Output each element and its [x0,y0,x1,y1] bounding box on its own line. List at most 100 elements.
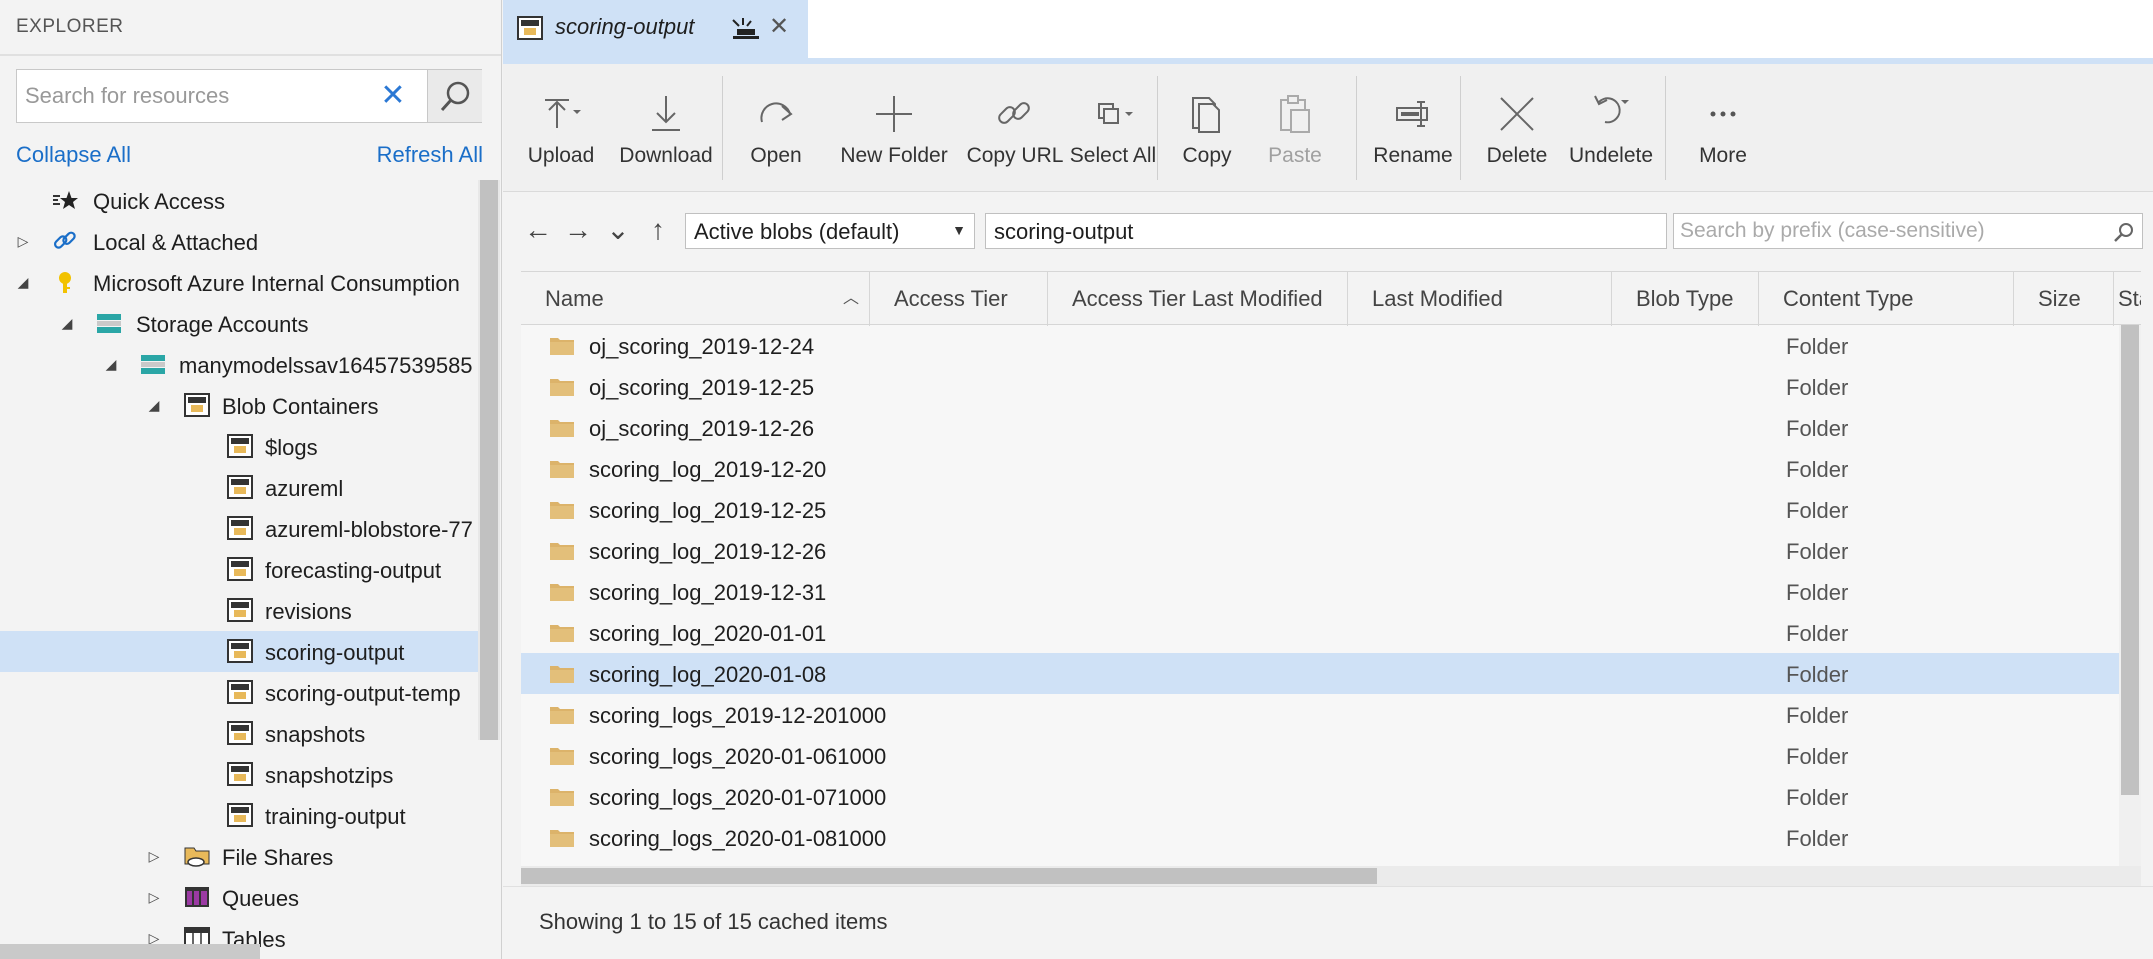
expand-arrow-icon[interactable]: ▷ [147,890,161,904]
column-header-blob-type[interactable]: Blob Type [1612,272,1759,326]
tree-item-container-logs[interactable]: $logs [0,426,480,467]
row-content-type: Folder [1786,826,1849,851]
grid-vertical-scrollbar[interactable] [2119,325,2141,871]
open-button[interactable]: Open [731,64,821,192]
search-icon[interactable] [2112,220,2136,244]
row-name: oj_scoring_2019-12-26 [589,416,815,441]
tree-item-blob-containers[interactable]: ◢ Blob Containers [0,385,480,426]
collapse-arrow-icon[interactable]: ◢ [60,316,74,330]
rename-icon [1396,101,1428,127]
expand-arrow-icon[interactable]: ▷ [16,234,30,248]
tree-item-storage-account[interactable]: ◢ manymodelssav16457539585 [0,344,480,385]
explorer-vertical-scrollbar[interactable] [478,180,500,740]
file-shares-icon [184,847,210,867]
tree-item-container-scoring-output-temp[interactable]: scoring-output-temp [0,672,480,713]
scrollbar-thumb[interactable] [521,868,1377,884]
chevron-down-icon[interactable]: ⌄ [601,213,635,247]
collapse-arrow-icon[interactable]: ◢ [147,398,161,412]
expand-arrow-icon[interactable]: ▷ [147,849,161,863]
tree-item-container-revisions[interactable]: revisions [0,590,480,631]
link-icon [53,231,76,249]
path-input[interactable]: scoring-output [985,213,1667,249]
row-content-type: Folder [1786,334,1849,359]
delete-button[interactable]: Delete [1467,64,1567,192]
clear-search-icon[interactable]: ✕ [375,78,411,114]
download-icon [652,96,680,131]
column-header-content-type[interactable]: Content Type [1759,272,2014,326]
select-all-button[interactable]: Select All [1063,64,1163,192]
collapse-arrow-icon[interactable]: ◢ [16,275,30,289]
tree-item-quick-access[interactable]: Quick Access [0,180,480,221]
back-arrow-icon[interactable]: ← [521,213,555,247]
new-folder-button[interactable]: New Folder [827,64,961,192]
tree-item-queues[interactable]: ▷ Queues [0,877,480,918]
tree-item-container-snapshotzips[interactable]: snapshotzips [0,754,480,795]
up-arrow-icon[interactable]: ↑ [641,213,675,247]
tree-item-container-scoring-output[interactable]: scoring-output [0,631,480,672]
tree-item-label: snapshotzips [265,763,394,788]
explorer-horizontal-scrollbar[interactable] [0,944,260,959]
folder-icon [550,379,574,396]
column-header-last-modified[interactable]: Last Modified [1348,272,1612,326]
table-row[interactable]: scoring_logs_2020-01-081000 Folder [521,817,2119,858]
tab-label: scoring-output [555,14,695,39]
prefix-search-input[interactable] [1674,214,2094,248]
item-count-status: Showing 1 to 15 of 15 cached items [539,909,888,934]
tab-scoring-output[interactable]: scoring-output ✕ [503,0,808,60]
column-header-access-tier[interactable]: Access Tier [870,272,1048,326]
expand-arrow-icon[interactable]: ▷ [147,931,161,945]
blob-filter-dropdown[interactable]: Active blobs (default) ▼ [685,213,975,249]
undelete-button[interactable]: Undelete [1561,64,1661,192]
copy-url-button[interactable]: Copy URL [952,64,1078,192]
tree-item-container-forecasting-output[interactable]: forecasting-output [0,549,480,590]
download-button[interactable]: Download [613,64,719,192]
forward-arrow-icon[interactable]: → [561,213,595,247]
tree-item-container-training-output[interactable]: training-output [0,795,480,836]
table-row[interactable]: scoring_logs_2019-12-201000 Folder [521,694,2119,735]
table-row[interactable]: scoring_logs_2020-01-071000 Folder [521,776,2119,817]
tree-item-subscription[interactable]: ◢ Microsoft Azure Internal Consumption [0,262,480,303]
tree-item-container-snapshots[interactable]: snapshots [0,713,480,754]
paste-button[interactable]: Paste [1255,64,1335,192]
tree-item-local-attached[interactable]: ▷ Local & Attached [0,221,480,262]
divider [0,54,501,56]
refresh-all-link[interactable]: Refresh All [377,142,483,168]
collapse-all-link[interactable]: Collapse All [16,142,131,168]
upload-button[interactable]: Upload [511,64,611,192]
column-header-size[interactable]: Size [2014,272,2114,326]
row-name: scoring_log_2019-12-26 [589,539,827,564]
quick-access-icon [53,191,78,209]
table-row[interactable]: scoring_log_2019-12-31 Folder [521,571,2119,612]
storage-account-icon [141,355,165,374]
tree-item-file-shares[interactable]: ▷ File Shares [0,836,480,877]
search-button[interactable] [427,70,482,122]
column-header-name[interactable]: Name ︿ [521,272,870,326]
collapse-arrow-icon[interactable]: ◢ [104,357,118,371]
more-button[interactable]: More [1673,64,1773,192]
column-header-access-tier-last-modified[interactable]: Access Tier Last Modified [1048,272,1348,326]
table-row[interactable]: oj_scoring_2019-12-25 Folder [521,366,2119,407]
table-row[interactable]: scoring_log_2020-01-01 Folder [521,612,2119,653]
tree-item-label: training-output [265,804,406,829]
scrollbar-thumb[interactable] [480,180,498,740]
table-row[interactable]: oj_scoring_2019-12-24 Folder [521,325,2119,366]
table-row[interactable]: scoring_logs_2020-01-061000 Folder [521,735,2119,776]
table-row[interactable]: scoring_log_2019-12-25 Folder [521,489,2119,530]
close-tab-icon[interactable]: ✕ [769,12,789,41]
table-row[interactable]: oj_scoring_2019-12-26 Folder [521,407,2119,448]
scrollbar-thumb[interactable] [2121,325,2139,795]
table-row[interactable]: scoring_log_2019-12-20 Folder [521,448,2119,489]
toolbar-separator [1356,76,1357,180]
tree-item-container-azureml[interactable]: azureml [0,467,480,508]
copy-button[interactable]: Copy [1167,64,1247,192]
table-row[interactable]: scoring_log_2020-01-08 Folder [521,653,2119,694]
column-header-status[interactable]: Sta [2114,272,2141,326]
row-content-type: Folder [1786,703,1849,728]
resource-search-input[interactable] [17,70,367,122]
pin-icon[interactable] [729,16,759,42]
grid-horizontal-scrollbar[interactable] [521,866,2141,886]
rename-button[interactable]: Rename [1363,64,1463,192]
tree-item-container-azureml-blobstore[interactable]: azureml-blobstore-77 [0,508,480,549]
tree-item-storage-accounts[interactable]: ◢ Storage Accounts [0,303,480,344]
table-row[interactable]: scoring_log_2019-12-26 Folder [521,530,2119,571]
